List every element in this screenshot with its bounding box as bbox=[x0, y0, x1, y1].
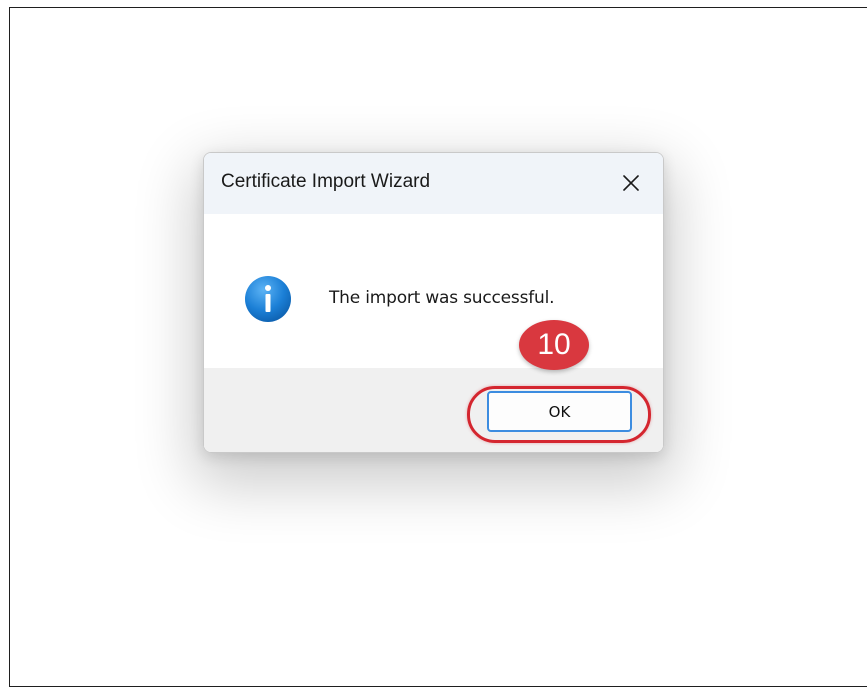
dialog-message: The import was successful. bbox=[329, 288, 555, 308]
dialog-content: The import was successful. bbox=[204, 214, 663, 368]
close-button[interactable] bbox=[615, 167, 647, 199]
dialog-titlebar: Certificate Import Wizard bbox=[204, 153, 663, 214]
info-icon bbox=[245, 276, 291, 322]
ok-button-highlight-ring bbox=[467, 386, 651, 443]
step-number-badge: 10 bbox=[519, 320, 589, 370]
close-icon bbox=[623, 175, 639, 191]
dialog-title: Certificate Import Wizard bbox=[221, 171, 431, 192]
